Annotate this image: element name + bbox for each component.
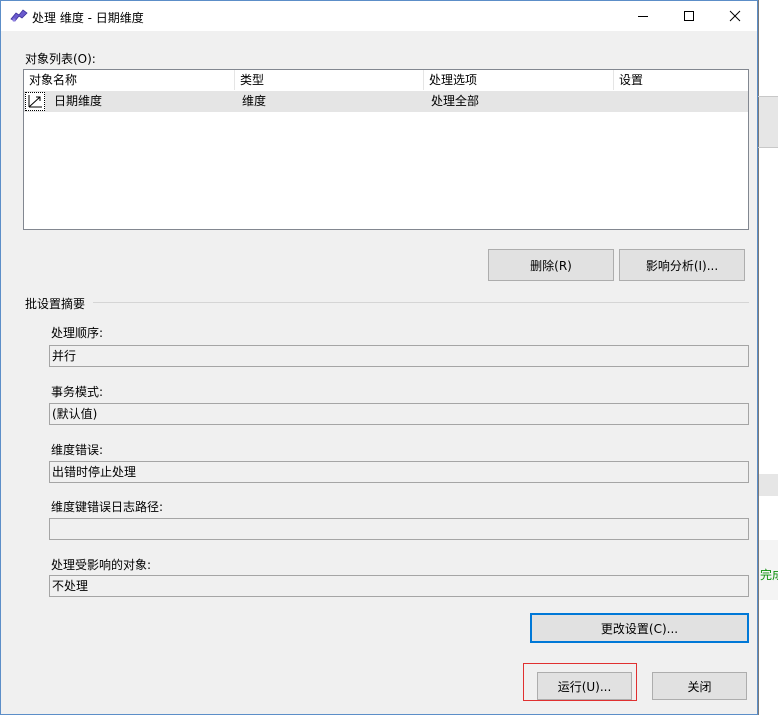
close-button[interactable]: 关闭 <box>652 672 747 700</box>
process-dimension-dialog: 处理 维度 - 日期维度 对象列表(O): 对象名称 类型 处理选项 设置 日期… <box>0 0 758 715</box>
column-header-type[interactable]: 类型 <box>235 70 424 90</box>
window-title: 处理 维度 - 日期维度 <box>32 11 144 25</box>
close-window-button[interactable] <box>712 1 758 31</box>
transaction-mode-field: (默认值) <box>49 403 749 425</box>
processing-order-field: 并行 <box>49 345 749 367</box>
run-button[interactable]: 运行(U)... <box>537 672 632 700</box>
column-header-process-option[interactable]: 处理选项 <box>424 70 614 90</box>
background-panel <box>759 97 778 147</box>
close-icon <box>729 10 741 22</box>
minimize-button[interactable] <box>620 1 666 31</box>
minimize-icon <box>638 16 648 17</box>
row-type: 维度 <box>242 94 267 108</box>
object-list[interactable]: 对象名称 类型 处理选项 设置 日期维度 维度 处理全部 <box>23 69 749 230</box>
column-header-settings[interactable]: 设置 <box>614 70 748 90</box>
maximize-button[interactable] <box>666 1 712 31</box>
batch-settings-group-label: 批设置摘要 <box>25 297 86 311</box>
title-bar: 处理 维度 - 日期维度 <box>1 1 757 31</box>
cube-process-icon <box>10 9 28 23</box>
list-header: 对象名称 类型 处理选项 设置 <box>24 70 748 90</box>
group-divider <box>93 302 749 303</box>
change-settings-button[interactable]: 更改设置(C)... <box>530 613 749 643</box>
background-divider <box>758 147 778 148</box>
column-header-object-name[interactable]: 对象名称 <box>24 70 235 90</box>
background-panel <box>759 474 778 496</box>
delete-button[interactable]: 删除(R) <box>488 249 614 281</box>
key-error-log-path-label: 维度键错误日志路径: <box>51 500 164 514</box>
impact-analysis-button[interactable]: 影响分析(I)... <box>619 249 745 281</box>
object-list-label: 对象列表(O): <box>25 52 96 66</box>
maximize-icon <box>684 11 694 21</box>
dimension-errors-field: 出错时停止处理 <box>49 461 749 483</box>
table-row[interactable]: 日期维度 维度 处理全部 <box>24 91 748 112</box>
dimension-icon <box>25 92 45 111</box>
dimension-errors-label: 维度错误: <box>51 443 104 457</box>
row-object-name: 日期维度 <box>54 94 103 108</box>
key-error-log-path-field <box>49 518 749 540</box>
background-status-text: 完成 <box>760 568 778 582</box>
affected-objects-field: 不处理 <box>49 575 749 597</box>
affected-objects-label: 处理受影响的对象: <box>51 558 152 572</box>
transaction-mode-label: 事务模式: <box>51 385 104 399</box>
processing-order-label: 处理顺序: <box>51 326 104 340</box>
row-process-option[interactable]: 处理全部 <box>431 91 479 112</box>
